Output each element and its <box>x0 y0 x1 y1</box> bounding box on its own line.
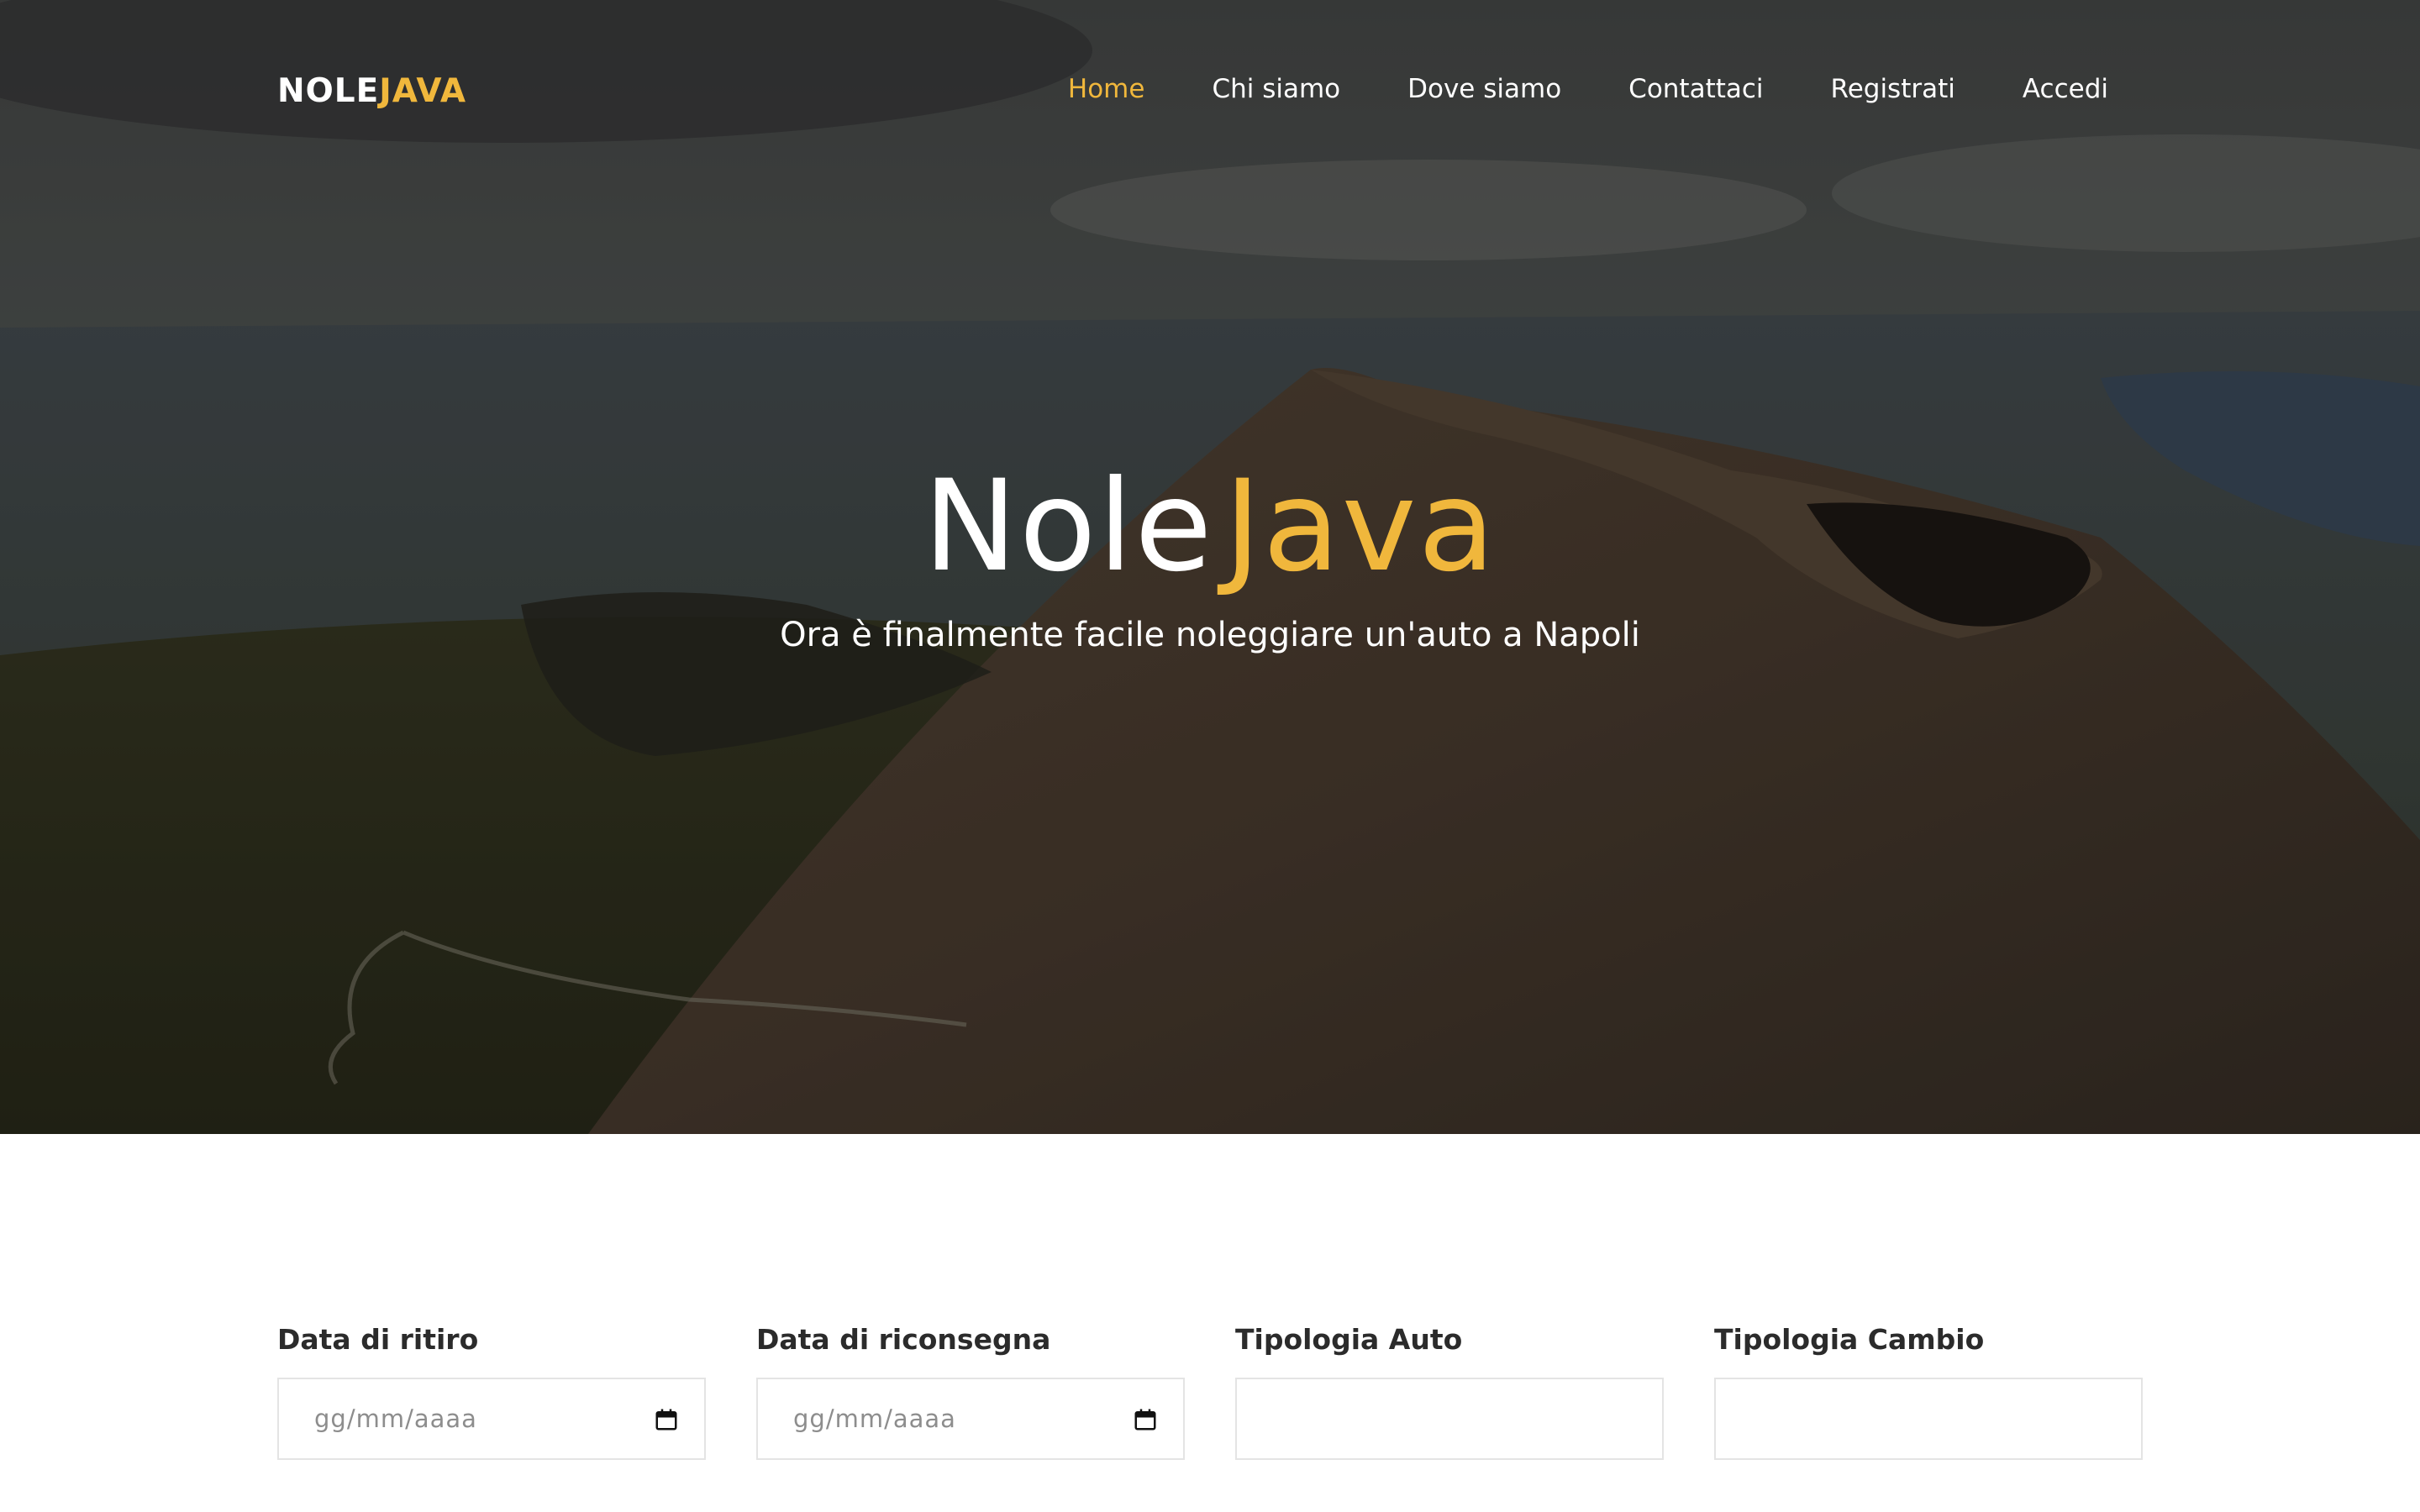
car-type-select[interactable] <box>1235 1378 1664 1460</box>
transmission-field: Tipologia Cambio <box>1714 1323 2143 1460</box>
return-date-input[interactable]: gg/mm/aaaa <box>756 1378 1185 1460</box>
hero-title-nole: Nole <box>923 454 1214 600</box>
return-date-field: Data di riconsegna gg/mm/aaaa <box>756 1323 1185 1460</box>
hero-subtitle: Ora è finalmente facile noleggiare un'au… <box>780 616 1640 654</box>
pickup-date-label: Data di ritiro <box>277 1323 479 1356</box>
nav-item-accedi[interactable]: Accedi <box>2023 74 2108 104</box>
calendar-icon[interactable] <box>654 1407 679 1432</box>
hero-title: NoleJava <box>0 458 2420 596</box>
nav-item-home[interactable]: Home <box>1068 74 1145 104</box>
calendar-icon[interactable] <box>1133 1407 1158 1432</box>
nav-item-contattaci[interactable]: Contattaci <box>1628 74 1763 104</box>
return-date-label: Data di riconsegna <box>756 1323 1051 1356</box>
logo-text-nole: NOLE <box>277 72 380 110</box>
car-type-field: Tipologia Auto <box>1235 1323 1664 1460</box>
hero-title-java: Java <box>1223 454 1497 600</box>
return-date-placeholder: gg/mm/aaaa <box>793 1404 956 1433</box>
nav-item-chi-siamo[interactable]: Chi siamo <box>1212 74 1340 104</box>
pickup-date-placeholder: gg/mm/aaaa <box>314 1404 477 1433</box>
pickup-date-field: Data di ritiro gg/mm/aaaa <box>277 1323 706 1460</box>
car-type-label: Tipologia Auto <box>1235 1323 1463 1356</box>
pickup-date-input[interactable]: gg/mm/aaaa <box>277 1378 706 1460</box>
transmission-select[interactable] <box>1714 1378 2143 1460</box>
nav-item-registrati[interactable]: Registrati <box>1831 74 1955 104</box>
site-logo[interactable]: NOLEJAVA <box>277 72 466 110</box>
booking-form: Data di ritiro gg/mm/aaaa Data di ricons… <box>277 1323 2143 1460</box>
transmission-label: Tipologia Cambio <box>1714 1323 1985 1356</box>
logo-text-java: JAVA <box>379 72 467 110</box>
main-navigation: Home Chi siamo Dove siamo Contattaci Reg… <box>1068 74 2108 104</box>
hero-section: NOLEJAVA Home Chi siamo Dove siamo Conta… <box>0 0 2420 1134</box>
nav-item-dove-siamo[interactable]: Dove siamo <box>1407 74 1561 104</box>
